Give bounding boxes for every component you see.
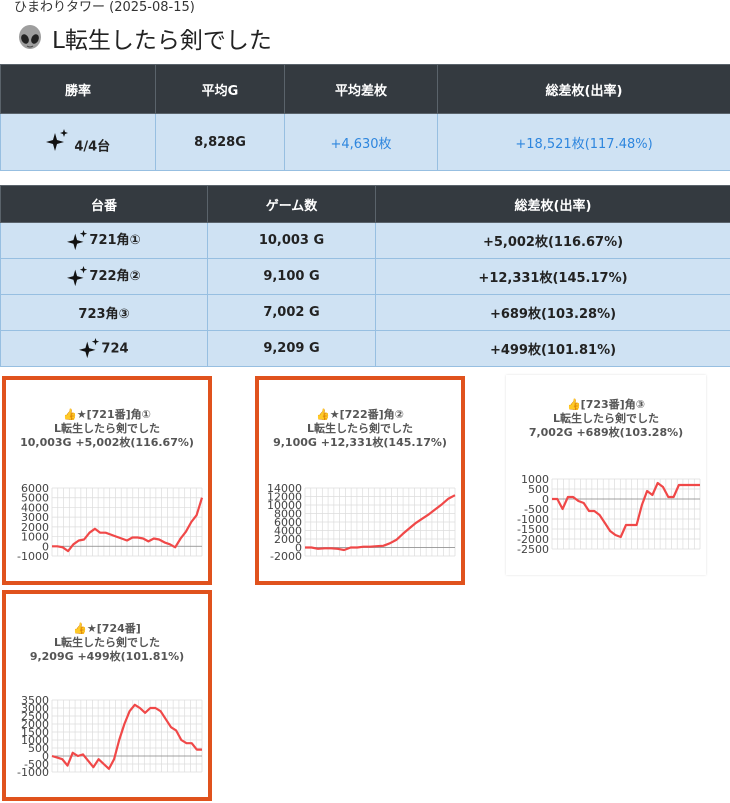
sparkle-icon	[45, 129, 68, 152]
y-tick-label: -1000	[17, 550, 49, 562]
games-cell: 7,002 G	[207, 294, 376, 331]
sparkle-icon	[79, 337, 100, 358]
y-tick-label: -1000	[17, 766, 49, 778]
line-chart: 14000120001000080006000400020000-2000	[267, 482, 456, 562]
win-rate-value: 4/4台	[74, 139, 111, 155]
card-title: 👍★[722番]角②	[316, 408, 404, 421]
col-win-rate: 勝率	[0, 64, 156, 114]
games-cell: 9,209 G	[207, 330, 376, 367]
card-title: 👍[723番]角③	[566, 398, 646, 411]
line-chart: 10005000-500-1000-1500-2000-2500	[517, 473, 701, 555]
chart-grid	[51, 487, 203, 557]
col-games: ゲーム数	[207, 185, 376, 223]
chart-card-724[interactable]: 👍★[724番] L転生したら剣でした 9,209G +499枚(101.81%…	[2, 590, 212, 801]
col-diff: 総差枚(出率)	[375, 185, 730, 223]
sparkle-icon	[67, 265, 88, 286]
machine-number: 722角②	[89, 269, 141, 285]
card-stats: 10,003G +5,002枚(116.67%)	[20, 436, 194, 449]
col-avg-games: 平均G	[155, 64, 285, 114]
machine-number-cell: 724	[0, 330, 208, 367]
diff-cell: +12,331枚(145.17%)	[375, 258, 730, 295]
card-machine-name: L転生したら剣でした	[306, 422, 413, 435]
col-avg-diff: 平均差枚	[284, 64, 438, 114]
page-subtitle: ひまわりタワー (2025-08-15)	[14, 0, 195, 15]
line-chart: 3500300025002000150010005000-500-1000	[17, 694, 203, 778]
chart-card-723[interactable]: 👍[723番]角③ L転生したら剣でした 7,002G +689枚(103.28…	[506, 375, 706, 575]
avg-diff-cell: +4,630枚	[284, 113, 438, 171]
line-chart: 6000500040003000200010000-1000	[17, 482, 204, 562]
table-row: 722角② 9,100 G +12,331枚(145.17%)	[0, 258, 730, 295]
table-row: 721角① 10,003 G +5,002枚(116.67%)	[0, 222, 730, 259]
table-row: 723角③ 7,002 G +689枚(103.28%)	[0, 294, 730, 331]
machine-number-cell: 722角②	[0, 258, 208, 295]
diff-cell: +5,002枚(116.67%)	[375, 222, 730, 259]
card-title: 👍★[724番]	[73, 622, 141, 635]
card-machine-name: L転生したら剣でした	[53, 636, 160, 649]
summary-row: 4/4台 8,828G +4,630枚 +18,521枚(117.48%)	[0, 113, 730, 171]
col-total-diff: 総差枚(出率)	[437, 64, 730, 114]
card-stats: 9,100G +12,331枚(145.17%)	[273, 436, 447, 449]
sparkle-icon	[67, 229, 88, 250]
chart-card-721[interactable]: 👍★[721番]角① L転生したら剣でした 10,003G +5,002枚(11…	[2, 376, 212, 585]
machine-number-cell: 723角③	[0, 294, 208, 331]
machine-number-cell: 721角①	[0, 222, 208, 259]
card-machine-name: L転生したら剣でした	[53, 422, 160, 435]
card-title: 👍★[721番]角①	[63, 408, 151, 421]
diff-cell: +499枚(101.81%)	[375, 330, 730, 367]
y-tick-label: -2500	[517, 543, 549, 555]
games-cell: 9,100 G	[207, 258, 376, 295]
y-tick-label: -2000	[270, 550, 302, 562]
machine-table: 台番 ゲーム数 総差枚(出率) 721角① 10,003 G +5,002枚(1…	[0, 185, 730, 367]
machine-number: 721角①	[89, 233, 141, 249]
page-title: L転生したら剣でした	[16, 22, 272, 54]
games-cell: 10,003 G	[207, 222, 376, 259]
chart-card-722[interactable]: 👍★[722番]角② L転生したら剣でした 9,100G +12,331枚(14…	[255, 376, 465, 585]
win-rate-cell: 4/4台	[0, 113, 156, 171]
col-machine-number: 台番	[0, 185, 208, 223]
page-title-text: L転生したら剣でした	[52, 28, 272, 54]
card-machine-name: L転生したら剣でした	[552, 412, 659, 425]
diff-cell: +689枚(103.28%)	[375, 294, 730, 331]
avg-games-cell: 8,828G	[155, 113, 285, 171]
machine-number: 724	[101, 341, 129, 356]
card-stats: 9,209G +499枚(101.81%)	[29, 650, 185, 663]
card-stats: 7,002G +689枚(103.28%)	[528, 426, 684, 439]
alien-icon	[19, 25, 41, 49]
table-row: 724 9,209 G +499枚(101.81%)	[0, 330, 730, 367]
total-diff-cell: +18,521枚(117.48%)	[437, 113, 730, 171]
summary-table: 勝率 平均G 平均差枚 総差枚(出率) 4/4台 8,828G +4,630枚 …	[0, 64, 730, 171]
